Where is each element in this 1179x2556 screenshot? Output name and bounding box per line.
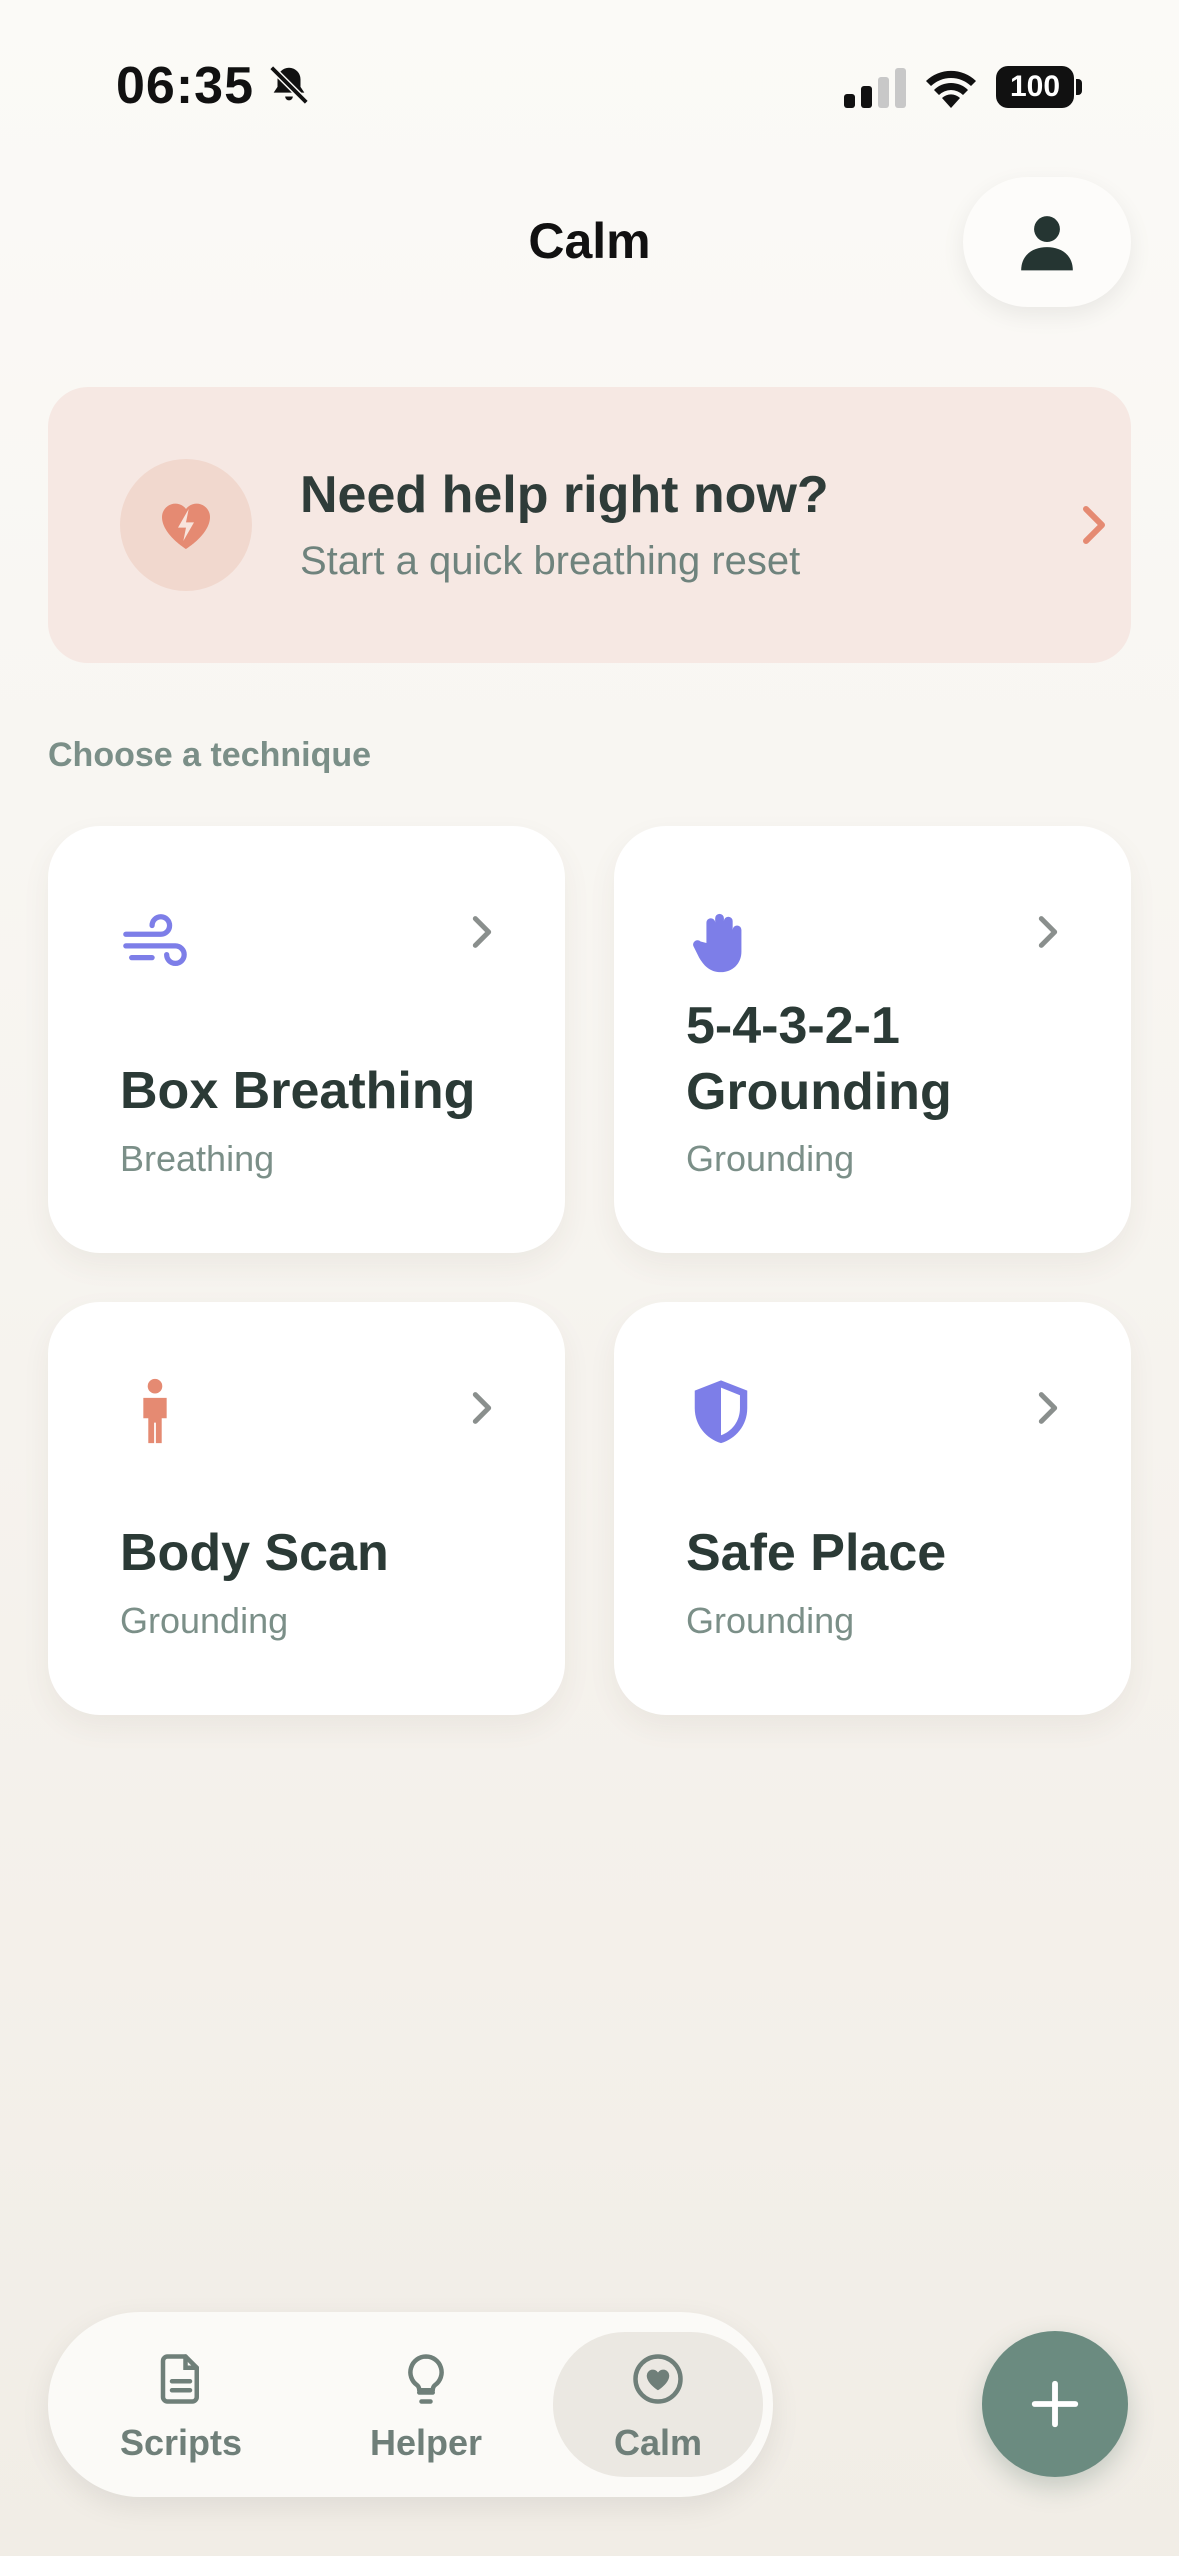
technique-category: Grounding xyxy=(686,1138,855,1179)
signal-icon xyxy=(844,68,906,108)
lightbulb-icon xyxy=(408,2354,444,2404)
chevron-right-icon xyxy=(1038,1392,1058,1424)
tab-helper[interactable]: Helper xyxy=(321,2332,531,2477)
battery-tip xyxy=(1076,79,1082,95)
person-icon xyxy=(1021,216,1073,271)
technique-category: Breathing xyxy=(120,1138,275,1179)
battery-indicator: 100 xyxy=(996,66,1082,108)
wifi-icon xyxy=(926,70,976,108)
status-time: 06:35 xyxy=(116,57,254,115)
technique-card-body-scan[interactable]: Body Scan Grounding xyxy=(48,1302,565,1715)
chevron-right-icon xyxy=(472,1392,492,1424)
help-banner-subtitle: Start a quick breathing reset xyxy=(300,539,801,583)
technique-category: Grounding xyxy=(120,1600,289,1641)
chevron-right-icon xyxy=(1038,916,1058,948)
technique-title: Box Breathing xyxy=(120,1062,476,1120)
technique-card-grounding[interactable]: 5-4-3-2-1 Grounding Grounding xyxy=(614,826,1131,1253)
document-icon xyxy=(160,2354,199,2404)
person-icon xyxy=(143,1378,167,1444)
tab-scripts[interactable]: Scripts xyxy=(76,2332,286,2477)
technique-card-box-breathing[interactable]: Box Breathing Breathing xyxy=(48,826,565,1253)
heart-bolt-icon xyxy=(162,503,210,549)
help-banner-title: Need help right now? xyxy=(300,466,829,524)
bell-muted-icon xyxy=(269,65,309,105)
battery-level: 100 xyxy=(996,66,1074,108)
profile-button[interactable] xyxy=(963,177,1131,307)
chevron-right-icon xyxy=(1083,506,1105,544)
technique-category: Grounding xyxy=(686,1600,855,1641)
chevron-right-icon xyxy=(472,916,492,948)
plus-icon xyxy=(1031,2380,1079,2428)
help-now-banner[interactable]: Need help right now? Start a quick breat… xyxy=(48,387,1131,663)
technique-title: 5-4-3-2-1 Grounding xyxy=(686,997,952,1121)
bottom-nav: Scripts Helper Calm xyxy=(48,2312,773,2497)
tab-calm[interactable]: Calm xyxy=(553,2332,763,2477)
tab-label: Scripts xyxy=(119,2422,243,2463)
technique-card-safe-place[interactable]: Safe Place Grounding xyxy=(614,1302,1131,1715)
wind-icon xyxy=(123,914,187,967)
tab-label: Calm xyxy=(613,2422,703,2463)
hand-icon xyxy=(693,913,742,973)
status-bar: 06:35 100 xyxy=(0,0,1179,175)
technique-title: Safe Place xyxy=(686,1524,947,1582)
section-label: Choose a technique xyxy=(48,736,372,774)
help-icon-circle xyxy=(120,459,252,591)
technique-title: Body Scan xyxy=(120,1524,389,1582)
add-button[interactable] xyxy=(982,2331,1128,2477)
tab-label: Helper xyxy=(369,2422,483,2463)
heart-circle-icon xyxy=(633,2354,683,2404)
shield-icon xyxy=(694,1380,748,1444)
